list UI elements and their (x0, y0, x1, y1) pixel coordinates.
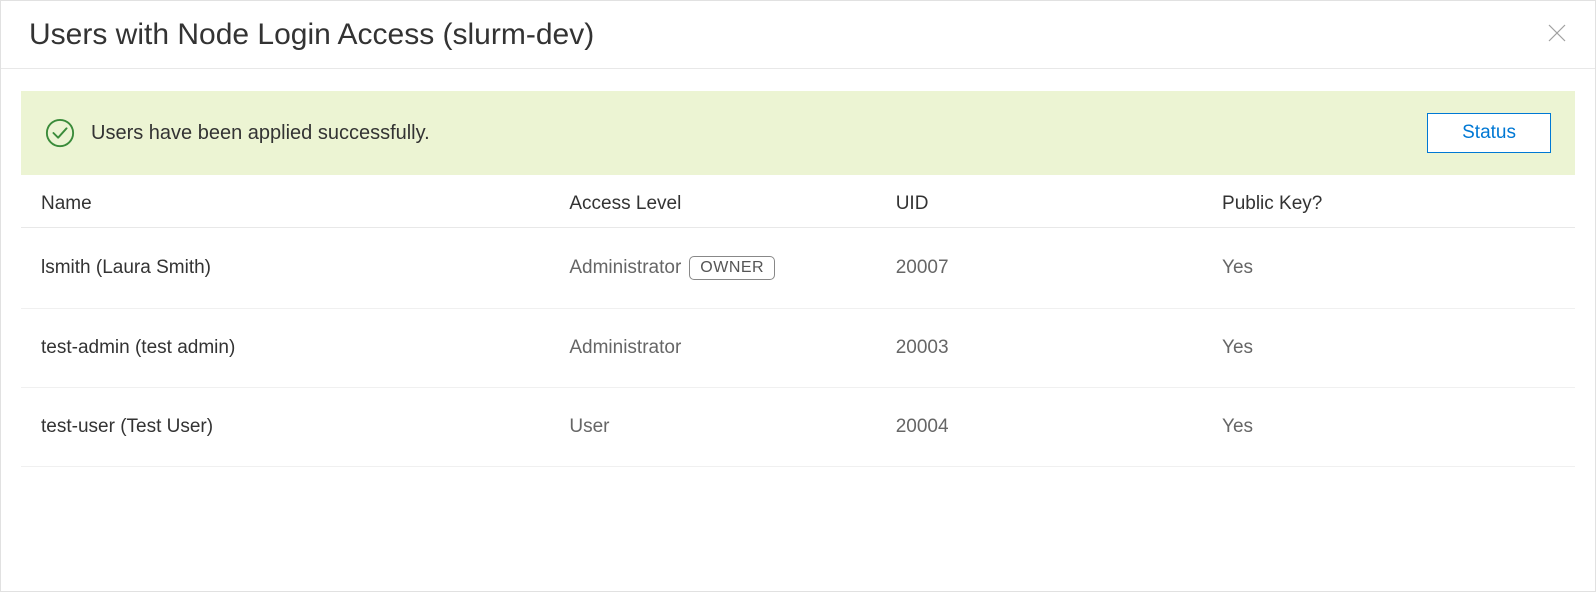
table-row: lsmith (Laura Smith) Administrator OWNER 20… (21, 228, 1575, 309)
status-button[interactable]: Status (1427, 113, 1551, 153)
col-header-uid: UID (876, 183, 1202, 228)
close-button[interactable] (1539, 15, 1575, 54)
cell-name: test-admin (test admin) (21, 309, 549, 388)
cell-uid: 20003 (876, 309, 1202, 388)
users-table: Name Access Level UID Public Key? lsmith… (21, 183, 1575, 467)
access-level-text: User (569, 416, 609, 437)
alert-message: Users have been applied successfully. (91, 122, 430, 145)
table-row: test-admin (test admin) Administrator 2000… (21, 309, 1575, 388)
alert-left: Users have been applied successfully. (45, 118, 430, 148)
cell-name: test-user (Test User) (21, 388, 549, 467)
cell-access-level: Administrator OWNER (549, 228, 875, 309)
access-level-text: Administrator (569, 337, 681, 358)
success-alert: Users have been applied successfully. St… (21, 91, 1575, 175)
cell-public-key: Yes (1202, 309, 1575, 388)
dialog-header: Users with Node Login Access (slurm-dev) (1, 1, 1595, 69)
close-icon (1545, 21, 1569, 48)
cell-public-key: Yes (1202, 388, 1575, 467)
table-row: test-user (Test User) User 20004Yes (21, 388, 1575, 467)
col-header-public-key: Public Key? (1202, 183, 1575, 228)
cell-access-level: User (549, 388, 875, 467)
owner-badge: OWNER (689, 256, 775, 280)
access-level-text: Administrator (569, 257, 681, 278)
cell-public-key: Yes (1202, 228, 1575, 309)
table-header-row: Name Access Level UID Public Key? (21, 183, 1575, 228)
cell-name: lsmith (Laura Smith) (21, 228, 549, 309)
cell-uid: 20004 (876, 388, 1202, 467)
col-header-name: Name (21, 183, 549, 228)
col-header-access-level: Access Level (549, 183, 875, 228)
success-check-icon (45, 118, 75, 148)
cell-uid: 20007 (876, 228, 1202, 309)
dialog-title: Users with Node Login Access (slurm-dev) (29, 18, 594, 52)
cell-access-level: Administrator (549, 309, 875, 388)
dialog-content: Users have been applied successfully. St… (1, 69, 1595, 467)
